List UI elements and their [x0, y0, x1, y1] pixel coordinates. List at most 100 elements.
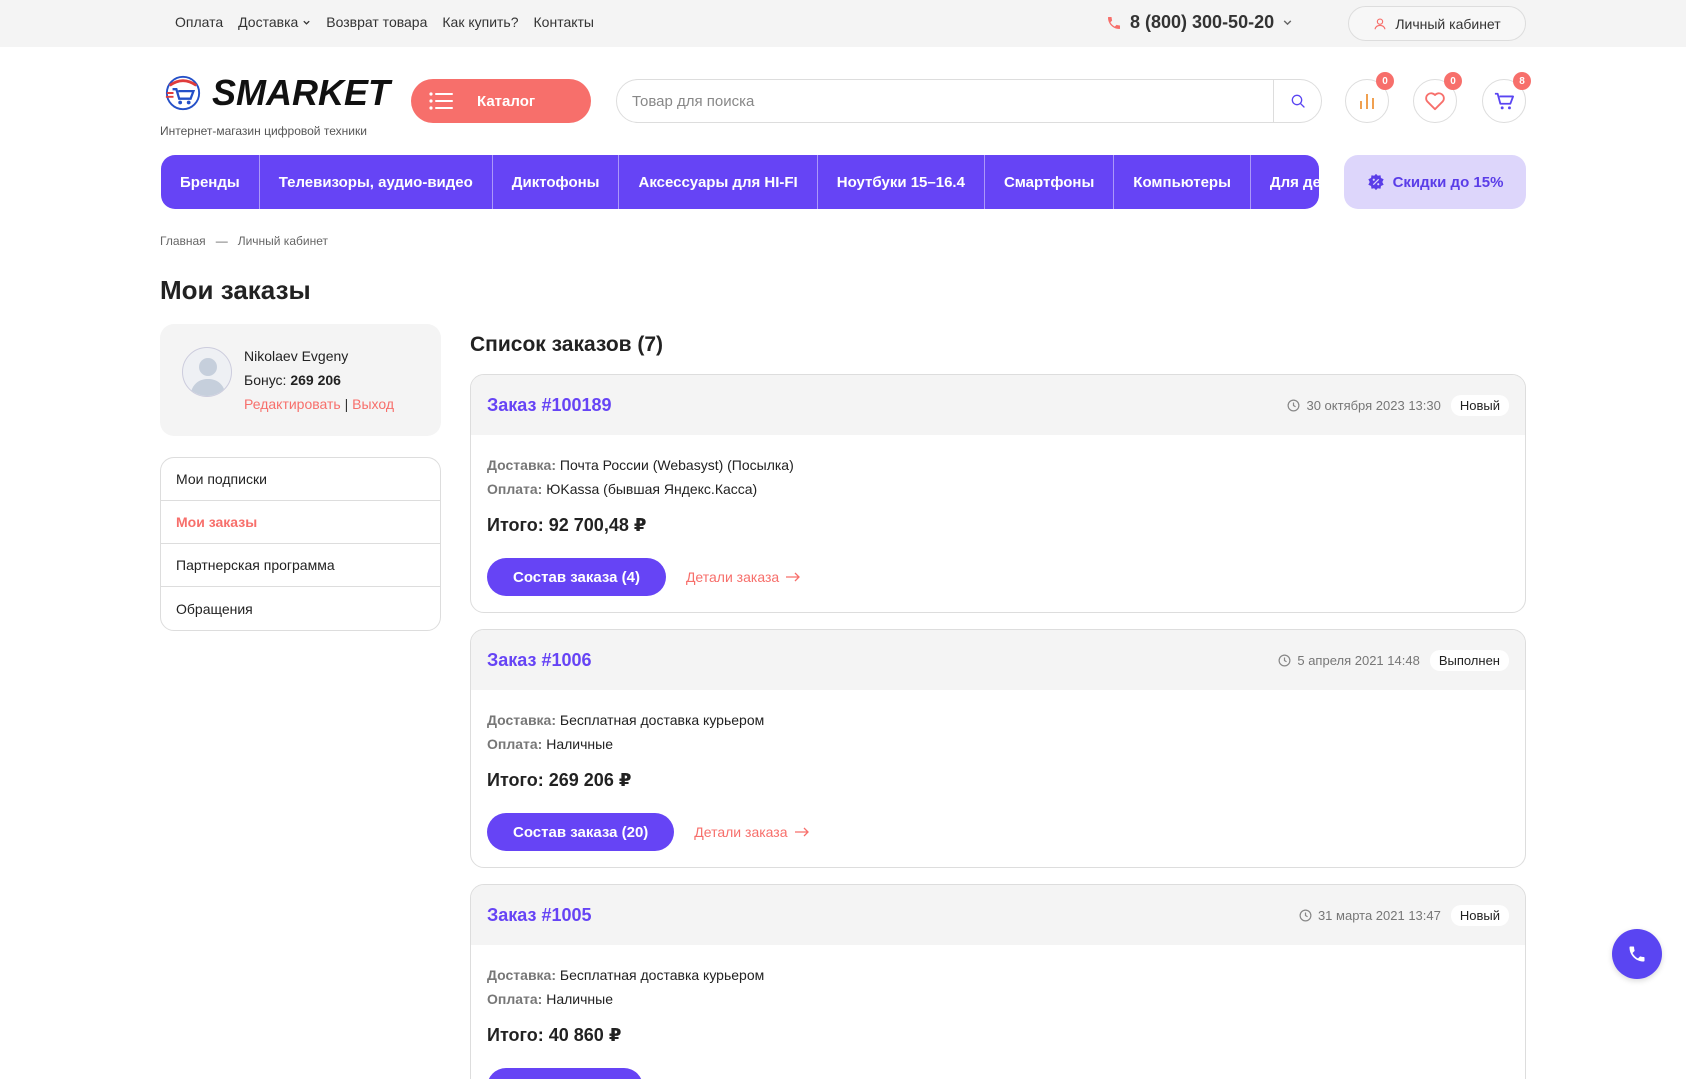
user-icon [1374, 17, 1386, 29]
breadcrumb-separator: — [215, 234, 228, 248]
order-body: Доставка: Бесплатная доставка курьером О… [471, 945, 1525, 1079]
arrow-right-icon [786, 572, 801, 582]
status-badge: Выполнен [1429, 649, 1509, 671]
account-button[interactable]: Личный кабинет [1348, 6, 1526, 41]
catalog-button[interactable]: Каталог [411, 79, 591, 123]
orders-list-title: Список заказов (7) [470, 333, 664, 356]
clock-icon [1287, 399, 1300, 411]
phone-icon [1629, 946, 1645, 962]
logo[interactable]: SMARKET [164, 72, 390, 114]
order-delivery: Доставка: Бесплатная доставка курьером [487, 963, 1509, 987]
nav-item-dictaphones[interactable]: Диктофоны [493, 155, 620, 209]
order-date-text: 31 марта 2021 13:47 [1317, 907, 1441, 923]
main-nav: Бренды Телевизоры, аудио-видео Диктофоны… [161, 155, 1346, 209]
top-nav: Оплата Доставка Возврат товара Как купит… [175, 14, 594, 30]
nav-item-computers[interactable]: Компьютеры [1114, 155, 1251, 209]
order-date-text: 30 октября 2023 13:30 [1306, 397, 1441, 413]
user-silhouette-icon [190, 358, 226, 396]
chevron-down-icon [1283, 20, 1292, 26]
top-link-payment[interactable]: Оплата [175, 14, 223, 30]
chevron-down-icon [303, 20, 310, 25]
discount-button[interactable]: Скидки до 15% [1344, 155, 1526, 209]
profile-bonus: Бонус: 269 206 [244, 372, 341, 388]
side-item-partner-program[interactable]: Партнерская программа [161, 544, 440, 587]
nav-item-tv-audio-video[interactable]: Телевизоры, аудио-видео [260, 155, 493, 209]
top-link-delivery[interactable]: Доставка [238, 14, 311, 30]
discount-label: Скидки до 15% [1392, 173, 1504, 191]
search-button[interactable] [1273, 79, 1321, 123]
order-meta: 5 апреля 2021 14:48 Выполнен [1278, 649, 1509, 671]
order-meta: 31 марта 2021 13:47 Новый [1299, 904, 1509, 926]
order-card: Заказ #100189 30 октября 2023 13:30 Новы… [470, 374, 1526, 613]
avatar [182, 347, 232, 397]
order-header: Заказ #1006 5 апреля 2021 14:48 Выполнен [471, 630, 1525, 690]
payment-value: Наличные [546, 991, 613, 1007]
callback-button[interactable] [1612, 929, 1662, 979]
payment-label: Оплата: [487, 991, 543, 1007]
phone-icon [1108, 16, 1120, 29]
side-item-subscriptions[interactable]: Мои подписки [161, 458, 440, 501]
status-badge: Новый [1450, 394, 1509, 416]
profile-name: Nikolaev Evgeny [244, 348, 349, 364]
search-bar [616, 79, 1322, 123]
order-number-link[interactable]: Заказ #1005 [487, 905, 592, 926]
order-details-label: Детали заказа [694, 824, 788, 840]
page-title: Мои заказы [160, 275, 311, 305]
nav-item-smartphones[interactable]: Смартфоны [985, 155, 1115, 209]
phone-link[interactable]: 8 (800) 300-50-20 [1106, 12, 1293, 33]
order-total: Итого: 92 700,48 ₽ [487, 515, 647, 535]
order-items-button[interactable]: Состав заказа [487, 1068, 644, 1079]
breadcrumb-home[interactable]: Главная [160, 234, 206, 248]
search-input[interactable] [617, 80, 1273, 122]
cart-icon [1494, 92, 1514, 110]
order-payment: Оплата: Наличные [487, 732, 1509, 756]
order-details-label: Детали заказа [685, 569, 780, 585]
order-total: Итого: 40 860 ₽ [487, 1025, 622, 1045]
nav-item-laptops[interactable]: Ноутбуки 15–16.4 [818, 155, 985, 209]
order-details-link[interactable]: Детали заказа [686, 569, 801, 585]
order-number-link[interactable]: Заказ #1006 [487, 650, 592, 671]
order-items-button[interactable]: Состав заказа (4) [487, 558, 666, 596]
order-details-link[interactable]: Детали заказа [694, 824, 809, 840]
search-icon [1291, 94, 1305, 108]
order-items-button[interactable]: Состав заказа (20) [487, 813, 675, 851]
order-actions: Состав заказа [487, 1068, 1509, 1079]
order-number-link[interactable]: Заказ #100189 [487, 395, 612, 416]
logout-link[interactable]: Выход [352, 396, 394, 412]
delivery-value: Бесплатная доставка курьером [559, 712, 765, 728]
cart-button[interactable]: 8 [1482, 72, 1531, 123]
cart-count-badge: 8 [1513, 72, 1531, 90]
order-actions: Состав заказа (20) Детали заказа [487, 813, 1509, 851]
edit-profile-link[interactable]: Редактировать [244, 396, 341, 412]
top-link-contacts[interactable]: Контакты [534, 14, 594, 30]
compare-count-badge: 0 [1376, 72, 1394, 90]
order-actions: Состав заказа (4) Детали заказа [487, 558, 1509, 596]
delivery-value: Почта России (Webasyst) (Посылка) [559, 457, 794, 473]
tagline: Интернет-магазин цифровой техники [160, 124, 367, 138]
breadcrumb: Главная — Личный кабинет [160, 234, 328, 248]
order-meta: 30 октября 2023 13:30 Новый [1287, 394, 1509, 416]
nav-item-brands[interactable]: Бренды [161, 155, 260, 209]
side-item-requests[interactable]: Обращения [161, 587, 440, 630]
bonus-value: 269 206 [290, 372, 341, 388]
top-link-returns[interactable]: Возврат товара [326, 14, 427, 30]
top-link-how-to-buy[interactable]: Как купить? [442, 14, 518, 30]
favorites-count-badge: 0 [1444, 72, 1462, 90]
nav-item-hifi-accessories[interactable]: Аксессуары для HI-FI [619, 155, 818, 209]
menu-icon [429, 92, 453, 110]
top-bar: Оплата Доставка Возврат товара Как купит… [0, 0, 1686, 47]
order-date: 30 октября 2023 13:30 [1287, 397, 1441, 413]
order-body: Доставка: Почта России (Webasyst) (Посыл… [471, 435, 1525, 612]
delivery-label: Доставка: [487, 967, 557, 983]
compare-button[interactable]: 0 [1345, 72, 1394, 123]
favorites-button[interactable]: 0 [1413, 72, 1462, 123]
delivery-label: Доставка: [487, 457, 557, 473]
side-item-my-orders[interactable]: Мои заказы [161, 501, 440, 544]
status-badge: Новый [1450, 904, 1509, 926]
link-divider: | [344, 396, 349, 412]
profile-links: Редактировать | Выход [244, 396, 394, 412]
order-body: Доставка: Бесплатная доставка курьером О… [471, 690, 1525, 867]
order-total: Итого: 269 206 ₽ [487, 770, 632, 790]
order-date: 31 марта 2021 13:47 [1299, 908, 1441, 923]
breadcrumb-current[interactable]: Личный кабинет [238, 234, 328, 248]
